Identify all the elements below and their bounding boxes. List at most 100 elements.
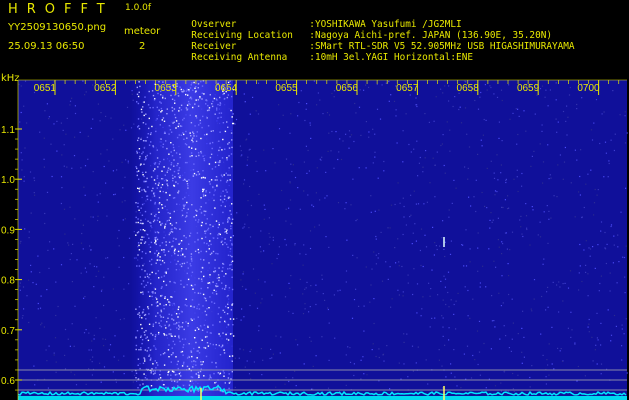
noise-dot: [500, 305, 502, 307]
noise-dot: [43, 326, 45, 328]
noise-dot: [555, 99, 557, 101]
burst-dot: [180, 254, 182, 257]
noise-dot: [597, 244, 599, 246]
burst-dot: [214, 179, 216, 181]
noise-dot: [243, 179, 246, 181]
noise-dot: [512, 112, 514, 114]
burst-dot: [206, 218, 208, 220]
noise-dot: [497, 217, 499, 219]
burst-dot: [169, 304, 171, 306]
noise-dot: [498, 246, 500, 248]
burst-dot: [209, 332, 212, 334]
burst-dot: [207, 227, 210, 230]
noise-dot: [590, 169, 592, 171]
noise-dot: [310, 340, 312, 342]
noise-dot: [442, 92, 444, 94]
noise-dot: [492, 219, 494, 221]
burst-dot: [175, 313, 178, 315]
noise-dot: [588, 318, 590, 321]
noise-dot: [368, 136, 370, 138]
burst-dot: [137, 242, 140, 244]
burst-dot: [137, 139, 139, 142]
noise-dot: [375, 238, 377, 240]
noise-dot: [579, 265, 581, 267]
noise-dot: [89, 263, 91, 265]
burst-dot: [186, 357, 189, 359]
noise-dot: [453, 303, 455, 306]
noise-dot: [516, 143, 518, 145]
noise-dot: [375, 355, 377, 358]
noise-dot: [96, 194, 98, 196]
burst-dot: [218, 276, 220, 279]
noise-dot: [566, 105, 568, 107]
noise-dot: [606, 243, 608, 245]
burst-dot: [209, 156, 212, 159]
burst-dot: [191, 299, 194, 301]
noise-dot: [100, 112, 102, 114]
noise-dot: [390, 306, 392, 308]
noise-dot: [114, 335, 116, 337]
burst-dot: [220, 116, 222, 118]
noise-dot: [448, 339, 450, 341]
noise-dot: [21, 169, 23, 171]
burst-dot: [231, 276, 233, 278]
burst-dot: [156, 298, 158, 300]
burst-dot: [177, 182, 179, 185]
noise-dot: [261, 374, 263, 376]
burst-dot: [136, 150, 138, 153]
noise-dot: [521, 362, 523, 364]
time-tick-label: 0658: [457, 83, 480, 94]
noise-dot: [44, 110, 46, 112]
burst-dot: [199, 122, 202, 124]
noise-dot: [509, 118, 511, 120]
noise-dot: [386, 345, 388, 347]
noise-dot: [513, 390, 515, 393]
noise-dot: [607, 176, 609, 178]
noise-dot: [597, 339, 599, 341]
burst-dot: [166, 108, 168, 110]
noise-dot: [240, 319, 242, 321]
burst-dot: [151, 304, 153, 306]
spectrogram: 0651 0652 0653 0654 0655 0656 0657 0658 0659 0700…: [1, 79, 628, 400]
burst-dot: [151, 258, 153, 261]
noise-dot: [360, 134, 362, 136]
noise-dot: [397, 289, 399, 291]
noise-dot: [390, 94, 392, 96]
burst-dot: [179, 156, 181, 159]
noise-dot: [552, 281, 554, 283]
burst-dot: [157, 270, 160, 272]
burst-dot: [192, 89, 194, 91]
noise-dot: [20, 85, 22, 87]
noise-dot: [501, 206, 503, 208]
noise-dot: [271, 357, 273, 359]
burst-dot: [191, 376, 194, 379]
burst-dot: [175, 238, 177, 240]
noise-dot: [299, 208, 301, 210]
burst-dot: [151, 190, 153, 192]
burst-dot: [167, 268, 169, 270]
burst-dot: [160, 186, 162, 189]
noise-dot: [600, 230, 602, 232]
noise-dot: [592, 246, 594, 248]
noise-dot: [34, 384, 36, 386]
noise-dot: [93, 265, 95, 267]
noise-dot: [374, 210, 376, 212]
noise-dot: [87, 158, 89, 160]
burst-dot: [224, 205, 226, 208]
burst-dot: [152, 94, 155, 97]
noise-dot: [123, 124, 125, 126]
noise-dot: [545, 309, 547, 311]
burst-dot: [223, 352, 226, 354]
burst-dot: [170, 333, 172, 335]
burst-dot: [231, 255, 233, 258]
noise-dot: [500, 382, 502, 384]
burst-dot: [152, 220, 155, 223]
burst-dot: [145, 171, 147, 173]
burst-dot: [179, 228, 181, 230]
burst-dot: [168, 356, 170, 358]
noise-dot: [365, 84, 367, 86]
noise-dot: [20, 152, 22, 154]
burst-dot: [231, 146, 233, 149]
burst-dot: [224, 288, 226, 290]
burst-dot: [227, 246, 229, 248]
